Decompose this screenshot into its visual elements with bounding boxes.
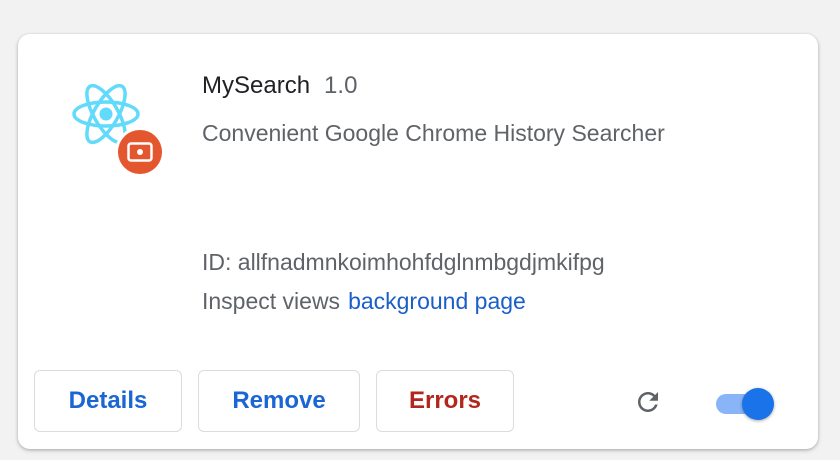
background-page-link[interactable]: background page	[348, 288, 526, 314]
extension-title: MySearch 1.0	[202, 72, 357, 100]
remove-button[interactable]: Remove	[198, 370, 360, 432]
reload-icon[interactable]	[630, 384, 666, 420]
hard-drive-icon	[118, 130, 162, 174]
enable-toggle[interactable]	[716, 388, 780, 420]
extension-card: MySearch 1.0 Convenient Google Chrome His…	[18, 34, 818, 449]
inspect-views: Inspect views background page	[202, 288, 526, 315]
extension-name: MySearch	[202, 72, 311, 99]
details-button[interactable]: Details	[34, 370, 182, 432]
extension-description: Convenient Google Chrome History Searche…	[202, 120, 665, 146]
extension-version: 1.0	[324, 72, 358, 99]
toggle-knob	[742, 388, 774, 420]
extension-id: ID: allfnadmnkoimhohfdglnmbgdjmkifpg	[202, 249, 605, 275]
inspect-views-label: Inspect views	[202, 288, 341, 314]
errors-button[interactable]: Errors	[376, 370, 514, 432]
